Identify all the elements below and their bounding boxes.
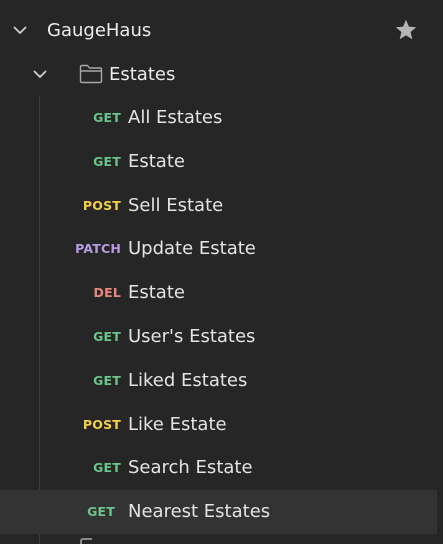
folder-row-estates[interactable]: Estates xyxy=(0,52,443,96)
request-item[interactable]: GET Estate xyxy=(0,140,443,184)
request-item[interactable]: POST Like Estate xyxy=(0,403,443,447)
method-badge: PATCH xyxy=(75,241,121,257)
request-item[interactable]: POST Sell Estate xyxy=(0,184,443,228)
request-name: Sell Estate xyxy=(128,194,224,216)
method-badge: GET xyxy=(93,329,121,344)
request-name: User's Estates xyxy=(128,326,256,347)
request-item[interactable]: GET User's Estates xyxy=(0,315,443,359)
request-name: Estate xyxy=(128,282,185,304)
method-badge: GET xyxy=(87,504,115,520)
request-item[interactable]: GET Liked Estates xyxy=(0,359,443,403)
method-badge: POST xyxy=(82,416,121,432)
folder-icon xyxy=(80,538,92,544)
request-name: Like Estate xyxy=(128,413,227,435)
request-name: Update Estate xyxy=(128,238,256,260)
method-badge: GET xyxy=(93,460,121,476)
request-name: Estate xyxy=(128,150,185,172)
folder-name: Estates xyxy=(109,63,176,85)
method-badge: DEL xyxy=(93,285,121,301)
request-name: All Estates xyxy=(128,107,223,128)
request-item[interactable]: GET Nearest Estates xyxy=(0,490,437,535)
collection-row-gaugehaus[interactable]: GaugeHaus xyxy=(0,8,443,52)
method-badge: GET xyxy=(93,153,121,169)
request-name: Search Estate xyxy=(128,457,253,479)
folder-icon xyxy=(79,64,103,84)
request-item[interactable]: GET All Estates xyxy=(0,96,443,140)
chevron-down-icon[interactable] xyxy=(12,22,28,38)
request-item[interactable]: PATCH Update Estate xyxy=(0,227,443,271)
chevron-down-icon[interactable] xyxy=(32,66,48,82)
star-icon[interactable] xyxy=(394,18,418,42)
request-item[interactable]: DEL Estate xyxy=(0,271,443,315)
request-item[interactable]: GET Search Estate xyxy=(0,446,443,490)
method-badge: GET xyxy=(93,372,121,388)
method-badge: GET xyxy=(93,110,121,125)
collection-name: GaugeHaus xyxy=(47,19,152,41)
request-name: Liked Estates xyxy=(128,369,248,391)
collection-sidebar: GaugeHaus Estates GET All Estates GET Estat… xyxy=(0,0,443,544)
method-badge: POST xyxy=(82,197,121,213)
request-name: Nearest Estates xyxy=(128,501,271,523)
